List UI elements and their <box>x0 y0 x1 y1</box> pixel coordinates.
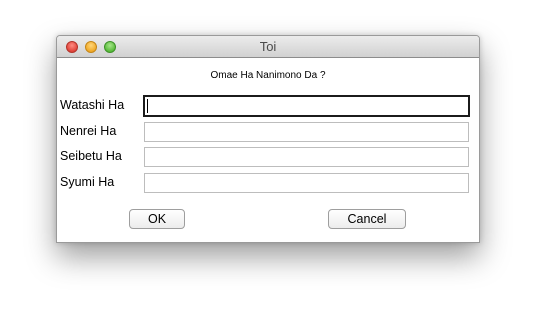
nenrei-input[interactable] <box>144 122 469 142</box>
syumi-label: Syumi Ha <box>60 175 115 189</box>
seibetu-label: Seibetu Ha <box>60 149 122 163</box>
window-title: Toi <box>259 39 277 54</box>
watashi-input[interactable] <box>143 95 470 117</box>
nenrei-label: Nenrei Ha <box>60 124 117 138</box>
text-caret <box>147 99 148 113</box>
ok-button[interactable]: OK <box>129 209 185 229</box>
watashi-label: Watashi Ha <box>60 98 125 112</box>
dialog-prompt: Omae Ha Nanimono Da ? <box>210 70 326 81</box>
syumi-input[interactable] <box>144 173 469 193</box>
title-bar[interactable]: Toi <box>57 36 479 58</box>
seibetu-input[interactable] <box>144 147 469 167</box>
cancel-button[interactable]: Cancel <box>328 209 406 229</box>
dialog-window: Toi Omae Ha Nanimono Da ? Watashi Ha Nen… <box>56 35 480 243</box>
